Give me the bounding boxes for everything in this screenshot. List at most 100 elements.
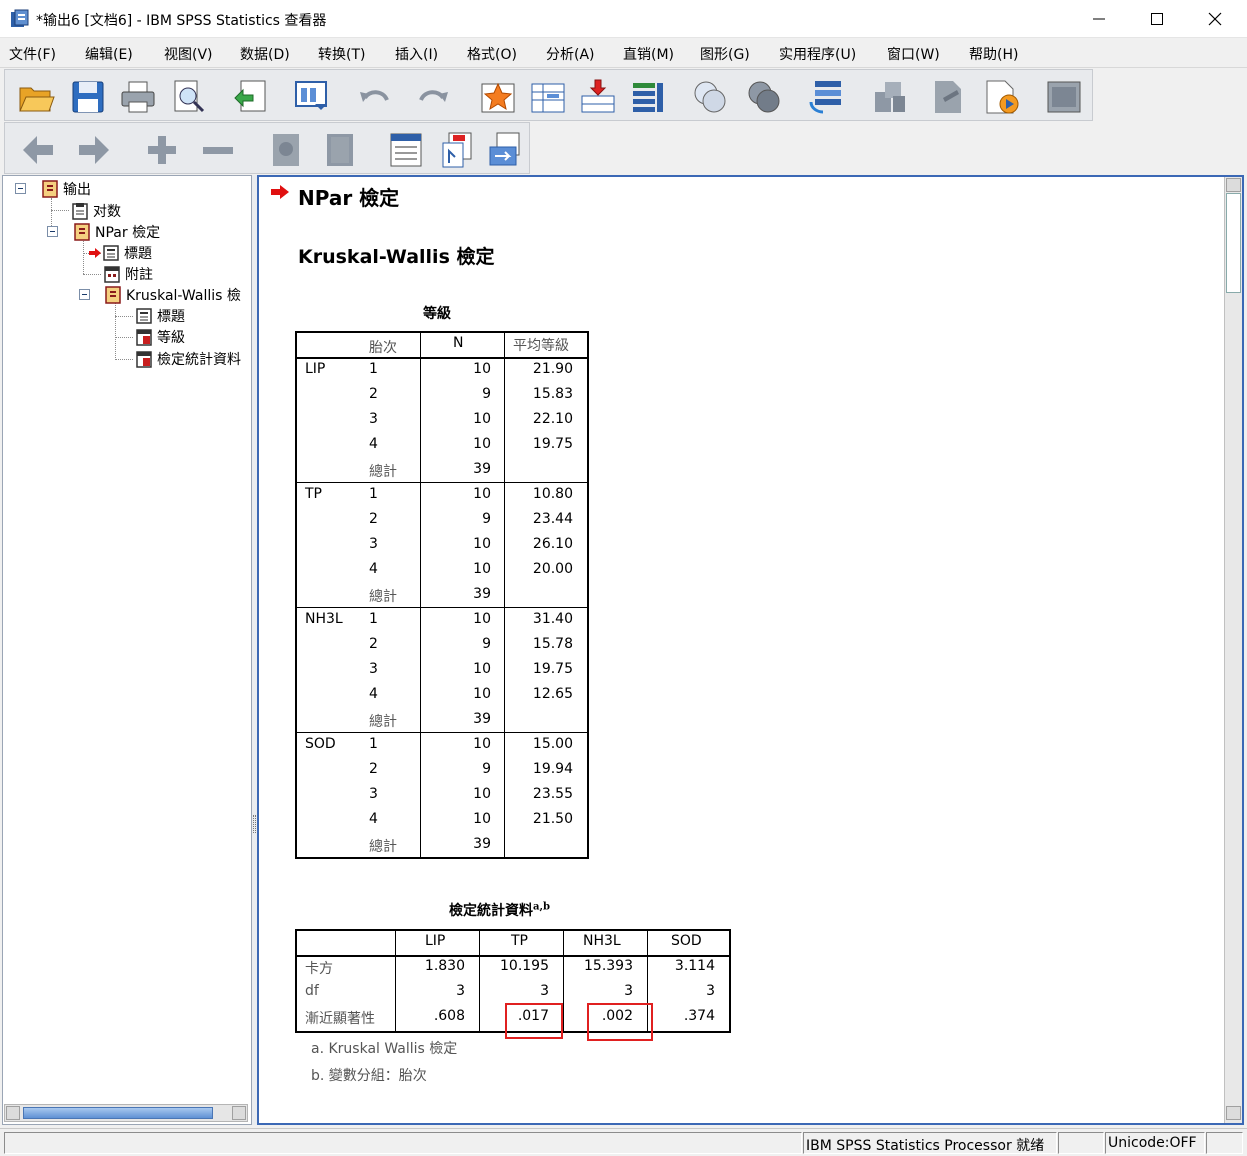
menu-view[interactable]: 视图(V): [164, 44, 213, 64]
highlight-box-nh3l: [587, 1003, 653, 1041]
scroll-left-arrow-icon[interactable]: [6, 1106, 20, 1120]
tree-item-npar[interactable]: NPar 檢定: [73, 222, 160, 242]
print-button[interactable]: [119, 78, 157, 116]
menu-transform[interactable]: 转换(T): [318, 44, 365, 64]
content-vertical-scrollbar[interactable]: [1224, 177, 1242, 1123]
pivot-table-icon: [136, 329, 152, 346]
cell-n: 10: [473, 561, 491, 577]
variables-button[interactable]: [629, 78, 667, 116]
menu-utilities[interactable]: 实用程序(U): [779, 44, 856, 64]
insert-heading-button[interactable]: [387, 131, 425, 169]
variables-icon: [633, 83, 663, 112]
output-book-icon: [42, 180, 58, 198]
export-button[interactable]: [231, 78, 269, 116]
save-button[interactable]: [69, 78, 107, 116]
cell-parity: 2: [369, 386, 378, 402]
menu-file[interactable]: 文件(F): [9, 44, 56, 64]
goto-case-button[interactable]: [529, 78, 567, 116]
menu-insert[interactable]: 插入(I): [395, 44, 438, 64]
page-heading: NPar 檢定: [298, 186, 400, 210]
undo-button[interactable]: [357, 78, 395, 116]
minimize-button[interactable]: [1070, 0, 1128, 38]
menu-graphs[interactable]: 图形(G): [700, 44, 750, 64]
recall-dialog-button[interactable]: [293, 78, 331, 116]
scroll-right-arrow-icon[interactable]: [232, 1106, 246, 1120]
disabled-window-button[interactable]: [1045, 78, 1083, 116]
tree-item-ranks[interactable]: 等級: [135, 327, 185, 347]
insert-title-button[interactable]: [439, 131, 477, 169]
processor-status: IBM SPSS Statistics Processor 就绪: [803, 1132, 1057, 1154]
menu-help[interactable]: 帮助(H): [969, 44, 1018, 64]
ranks-table[interactable]: 胎次 N 平均等級 LIP 1 10 21.90 2 9 15.83 3 10 22.10 4 10 1…: [295, 331, 589, 859]
col-header-mean-rank: 平均等級: [513, 338, 569, 354]
cell-parity: 1: [369, 736, 378, 752]
insert-text-button[interactable]: [487, 131, 525, 169]
print-preview-button[interactable]: [169, 78, 207, 116]
close-button[interactable]: [1186, 0, 1244, 38]
scroll-up-arrow-icon[interactable]: [1226, 178, 1241, 192]
cell-statistic-value: 1.830: [424, 958, 465, 974]
expand-button[interactable]: [143, 131, 181, 169]
tree-item-kruskal-wallis[interactable]: Kruskal-Wallis 檢: [104, 285, 241, 305]
tree-expander-kw[interactable]: [79, 289, 90, 300]
goto-data-button[interactable]: [479, 78, 517, 116]
tree-item-title-2[interactable]: 標題: [135, 306, 185, 326]
footnote-a: a. Kruskal Wallis 檢定: [311, 1041, 458, 1057]
viewer-content-pane: NPar 檢定 Kruskal-Wallis 檢定 等級 胎次 N 平均等級 L…: [257, 175, 1244, 1125]
edit-button[interactable]: [871, 78, 909, 116]
menu-direct-marketing[interactable]: 直销(M): [623, 44, 674, 64]
menu-window[interactable]: 窗口(W): [887, 44, 940, 64]
tree-expander-output[interactable]: [15, 183, 26, 194]
cell-mean-rank: 20.00: [532, 561, 573, 577]
cell-statistic-value: 10.195: [500, 958, 549, 974]
tree-item-notes[interactable]: 附註: [103, 264, 153, 284]
value-labels-icon: [694, 81, 726, 113]
cell-n: 10: [473, 361, 491, 377]
test-stats-caption: 檢定統計資料a,b: [449, 901, 550, 919]
collapse-icon: [203, 147, 233, 154]
cell-statistic-value: 15.393: [584, 958, 633, 974]
redo-icon: [419, 90, 448, 102]
hide-icon: [327, 134, 353, 166]
maximize-button[interactable]: [1128, 0, 1186, 38]
outline-horizontal-scrollbar[interactable]: [4, 1104, 248, 1122]
save-icon: [72, 81, 104, 113]
cell-n: 10: [473, 611, 491, 627]
run-script-button[interactable]: [983, 78, 1021, 116]
scroll-thumb[interactable]: [23, 1107, 213, 1119]
cell-n: 10: [473, 736, 491, 752]
hide-button[interactable]: [321, 131, 359, 169]
show-button[interactable]: [267, 131, 305, 169]
cell-n: 10: [473, 811, 491, 827]
back-icon: [23, 136, 53, 164]
title-bar: *输出6 [文档6] - IBM SPSS Statistics 查看器: [0, 0, 1247, 38]
menu-edit[interactable]: 编辑(E): [85, 44, 133, 64]
redo-button[interactable]: [413, 78, 451, 116]
open-button[interactable]: [17, 78, 55, 116]
forward-icon: [79, 136, 109, 164]
tree-item-log[interactable]: 对数: [71, 201, 121, 221]
menu-data[interactable]: 数据(D): [240, 44, 290, 64]
tree-item-title-1[interactable]: 標題: [89, 243, 152, 263]
tree-item-test-statistics[interactable]: 檢定統計資料: [135, 349, 241, 369]
script-button[interactable]: [929, 78, 967, 116]
tree-item-output[interactable]: 输出: [41, 179, 91, 199]
run-script-icon: [986, 80, 1019, 114]
scroll-thumb[interactable]: [1226, 193, 1241, 293]
tree-expander-npar[interactable]: [47, 226, 58, 237]
value-labels-button[interactable]: [691, 78, 729, 116]
export-icon: [234, 80, 266, 112]
forward-button[interactable]: [75, 131, 113, 169]
cell-mean-rank: 15.00: [532, 736, 573, 752]
use-sets-button[interactable]: [745, 78, 783, 116]
menu-analyze[interactable]: 分析(A): [546, 44, 595, 64]
insert-cases-button[interactable]: [579, 78, 617, 116]
scroll-down-arrow-icon[interactable]: [1226, 1106, 1241, 1120]
collapse-button[interactable]: [199, 131, 237, 169]
cell-mean-rank: 21.90: [532, 361, 573, 377]
cell-n: 9: [482, 761, 491, 777]
back-button[interactable]: [19, 131, 57, 169]
cell-mean-rank: 19.94: [532, 761, 573, 777]
menu-format[interactable]: 格式(O): [467, 44, 517, 64]
designate-window-button[interactable]: [807, 78, 845, 116]
